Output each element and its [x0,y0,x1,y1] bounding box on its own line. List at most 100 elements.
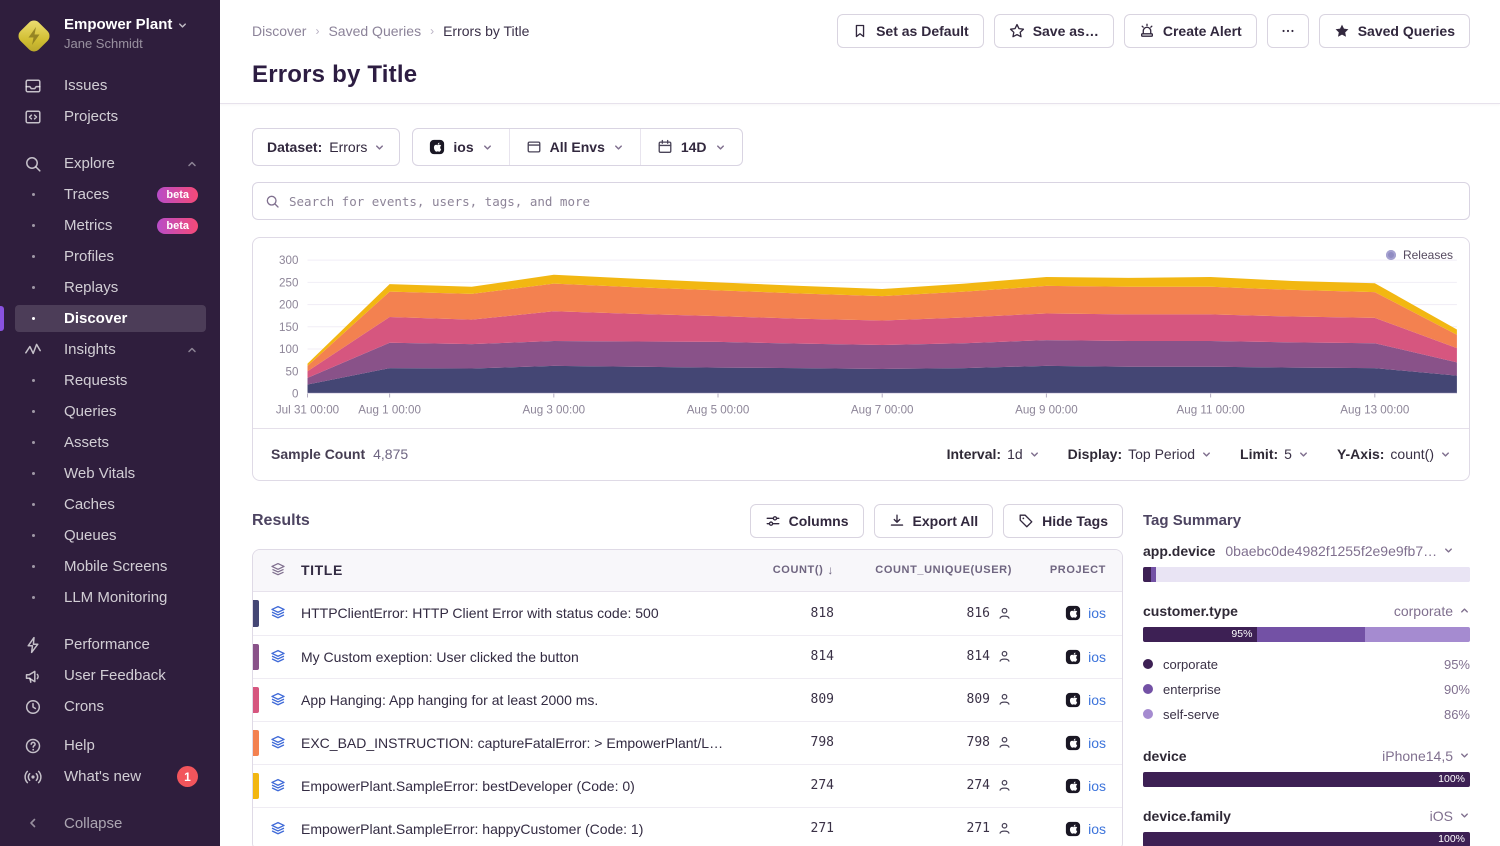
releases-legend-toggle[interactable]: Releases [1386,248,1453,262]
project-link[interactable]: ios [1088,605,1106,621]
tag-section-header[interactable]: app.device0baebc0de4982f1255f2e9e9fb7… [1143,543,1470,559]
sidebar-item-profiles[interactable]: Profiles [0,241,220,272]
stack-icon[interactable] [253,735,301,751]
columns-button[interactable]: Columns [750,504,864,538]
stack-icon[interactable] [253,605,301,621]
sidebar-item-mobile-screens[interactable]: Mobile Screens [0,551,220,582]
sidebar-item-label: Caches [64,496,115,513]
sidebar-item-label: Projects [64,108,118,125]
interval-control[interactable]: Interval:1d [947,446,1040,462]
row-title: HTTPClientError: HTTP Client Error with … [301,605,738,621]
tag-section-header[interactable]: deviceiPhone14,5 [1143,748,1470,764]
table-row[interactable]: EmpowerPlant.SampleError: bestDeveloper … [253,764,1122,807]
sidebar-item-requests[interactable]: Requests [0,365,220,396]
project-link[interactable]: ios [1088,692,1106,708]
sidebar-item-what-s-new[interactable]: What's new1 [0,761,220,792]
sidebar-item-projects[interactable]: Projects [0,101,220,132]
saved-queries-button[interactable]: Saved Queries [1319,14,1470,48]
sidebar-item-web-vitals[interactable]: Web Vitals [0,458,220,489]
sidebar-item-queues[interactable]: Queues [0,520,220,551]
stack-icon[interactable] [253,692,301,708]
svg-text:Aug 11 00:00: Aug 11 00:00 [1176,404,1244,417]
collapse-label: Collapse [64,815,122,832]
tag-section-app-device: app.device0baebc0de4982f1255f2e9e9fb7… [1143,543,1470,582]
sidebar-item-label: Discover [64,310,127,327]
yaxis-control[interactable]: Y-Axis:count() [1337,446,1451,462]
sidebar-item-traces[interactable]: Tracesbeta [0,179,220,210]
date-range-filter[interactable]: 14D [640,129,742,165]
tag-value-row[interactable]: enterprise90% [1143,677,1470,702]
sidebar-item-replays[interactable]: Replays [0,272,220,303]
row-project: ios [1012,821,1122,837]
sidebar-item-label: Queues [64,527,117,544]
column-header-title[interactable]: TITLE [301,562,738,578]
tag-section-header[interactable]: customer.typecorporate [1143,603,1470,619]
sidebar-item-issues[interactable]: Issues [0,70,220,101]
tag-value-percent: 86% [1444,707,1470,722]
tag-section-device: deviceiPhone14,5100% [1143,748,1470,787]
environment-filter[interactable]: All Envs [509,129,640,165]
save-as-button[interactable]: Save as… [994,14,1114,48]
column-header-project[interactable]: PROJECT [1012,564,1122,576]
search-input[interactable] [289,194,1457,209]
stack-icon[interactable] [253,778,301,794]
tag-top-value: iOS [1430,808,1453,824]
org-switcher[interactable]: Empower Plant Jane Schmidt [0,14,220,66]
tag-key: device [1143,748,1187,764]
sidebar-item-metrics[interactable]: Metricsbeta [0,210,220,241]
project-link[interactable]: ios [1088,778,1106,794]
tag-section-header[interactable]: device.familyiOS [1143,808,1470,824]
export-all-button[interactable]: Export All [874,504,994,538]
bullet-icon [24,410,42,413]
chevron-down-icon [374,142,385,153]
chevron-down-icon [1459,810,1470,821]
sidebar-item-user-feedback[interactable]: User Feedback [0,660,220,691]
bullet-icon [24,441,42,444]
sidebar-item-insights[interactable]: Insights [0,334,220,365]
more-actions-button[interactable] [1267,14,1309,48]
display-control[interactable]: Display:Top Period [1068,446,1212,462]
sidebar-item-crons[interactable]: Crons [0,691,220,722]
table-row[interactable]: App Hanging: App hanging for at least 20… [253,678,1122,721]
breadcrumb-discover[interactable]: Discover [252,23,306,39]
limit-control[interactable]: Limit:5 [1240,446,1309,462]
sidebar-item-help[interactable]: Help [0,730,220,761]
create-alert-button[interactable]: Create Alert [1124,14,1257,48]
sidebar-item-assets[interactable]: Assets [0,427,220,458]
stack-icon[interactable] [253,649,301,665]
project-filter[interactable]: ios [413,129,508,165]
table-row[interactable]: HTTPClientError: HTTP Client Error with … [253,592,1122,635]
project-link[interactable]: ios [1088,821,1106,837]
sidebar-item-llm-monitoring[interactable]: LLM Monitoring [0,582,220,613]
sidebar-collapse[interactable]: Collapse [0,800,220,846]
project-link[interactable]: ios [1088,735,1106,751]
org-name: Empower Plant [64,16,172,34]
sidebar-item-explore[interactable]: Explore [0,148,220,179]
page-header: Discover › Saved Queries › Errors by Tit… [220,0,1500,104]
sample-count: Sample Count4,875 [271,446,408,462]
tag-value-dot [1143,659,1153,669]
dataset-selector[interactable]: Dataset: Errors [252,128,400,166]
releases-legend-dot [1386,250,1396,260]
star-filled-icon [1334,23,1350,39]
set-as-default-button[interactable]: Set as Default [837,14,984,48]
chevron-down-icon [1459,750,1470,761]
sidebar-item-queries[interactable]: Queries [0,396,220,427]
window-icon [526,139,542,155]
project-link[interactable]: ios [1088,649,1106,665]
table-row[interactable]: EXC_BAD_INSTRUCTION: captureFatalError: … [253,721,1122,764]
table-row[interactable]: My Custom exeption: User clicked the but… [253,635,1122,678]
column-header-count[interactable]: COUNT()↓ [738,563,834,577]
hide-tags-button[interactable]: Hide Tags [1003,504,1123,538]
breadcrumb-saved-queries[interactable]: Saved Queries [328,23,421,39]
svg-text:200: 200 [279,299,298,312]
sidebar-item-discover[interactable]: Discover [0,303,220,334]
tag-value-row[interactable]: corporate95% [1143,652,1470,677]
table-row[interactable]: EmpowerPlant.SampleError: happyCustomer … [253,807,1122,846]
stack-icon[interactable] [253,821,301,837]
sidebar-item-performance[interactable]: Performance [0,629,220,660]
tag-value-row[interactable]: self-serve86% [1143,702,1470,727]
column-header-count-unique[interactable]: COUNT_UNIQUE(USER) [834,564,1012,576]
download-icon [889,513,905,529]
sidebar-item-caches[interactable]: Caches [0,489,220,520]
